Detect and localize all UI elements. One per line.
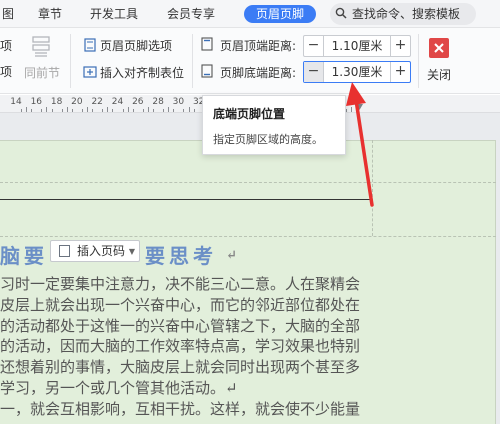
ruler-number: 14 xyxy=(10,97,22,107)
ribbon-partial-item-2[interactable]: 项 xyxy=(0,63,12,80)
ruler-tick xyxy=(107,107,109,112)
ruler-tick xyxy=(163,109,165,112)
body-text-line: 皮层上就会出现一个兴奋中心，而它的邻近部位都处在 xyxy=(0,296,361,314)
ruler-tick xyxy=(183,109,185,112)
footer-bottom-distance-stepper[interactable]: − 1.30厘米 + xyxy=(303,61,411,83)
ruler-tick xyxy=(61,109,63,112)
tab-member-exclusive[interactable]: 会员专享 xyxy=(167,5,215,23)
tab-chapter[interactable]: 章节 xyxy=(38,5,62,23)
footer-bottom-distance-label: 页脚底端距离: xyxy=(220,66,297,80)
ruler-tick xyxy=(51,109,53,112)
decrease-button[interactable]: − xyxy=(304,62,324,82)
ruler-number: 28 xyxy=(152,97,164,107)
ruler-tick xyxy=(350,107,352,112)
ruler-tick xyxy=(188,107,190,112)
ruler-tick xyxy=(71,109,73,112)
header-boundary xyxy=(0,182,496,183)
body-text-line: 学习，另一个或几个管其他活动。↵ xyxy=(0,379,238,397)
ruler-tick xyxy=(26,107,28,112)
ruler-tick xyxy=(193,109,195,112)
body-text-line: 习时一定要集中注意力，决不能三心二意。人在聚精会 xyxy=(0,275,361,293)
page-options-icon xyxy=(84,38,96,52)
ribbon-tab-bar: 图 章节 开发工具 会员专享 页眉页脚 查找命令、搜索模板 xyxy=(0,0,500,28)
increase-button[interactable]: + xyxy=(390,36,410,56)
link-previous-icon xyxy=(32,36,50,57)
ribbon-divider xyxy=(192,34,193,88)
tab-developer-tools[interactable]: 开发工具 xyxy=(90,5,138,23)
chevron-down-icon: ▼ xyxy=(128,247,136,256)
document-title-right: 要思考 xyxy=(145,244,217,268)
ruler-tick xyxy=(132,109,134,112)
ruler-indent-marker[interactable] xyxy=(356,104,363,111)
ruler-tick xyxy=(112,109,114,112)
ruler-tick xyxy=(153,109,155,112)
ruler-number: 22 xyxy=(91,97,103,107)
ruler-tick xyxy=(92,109,94,112)
ruler-tick xyxy=(81,109,83,112)
close-label: 关闭 xyxy=(427,68,452,82)
tab-partial[interactable]: 图 xyxy=(2,5,14,23)
ruler-number: 16 xyxy=(30,97,43,107)
ruler-tick xyxy=(356,109,358,112)
ruler-number: 20 xyxy=(71,97,83,107)
page-number-icon xyxy=(59,245,70,257)
ruler-tick xyxy=(147,107,149,112)
tooltip-title: 底端页脚位置 xyxy=(213,107,286,121)
header-footer-options-label: 页眉页脚选项 xyxy=(100,39,173,53)
ruler-tick xyxy=(122,109,124,112)
ruler-number: 24 xyxy=(111,97,124,107)
footer-bottom-distance-value[interactable]: 1.30厘米 xyxy=(324,62,390,82)
command-search[interactable]: 查找命令、搜索模板 xyxy=(330,3,476,25)
ribbon-partial-item-1[interactable]: 项 xyxy=(0,37,12,54)
ruler-tick xyxy=(46,107,48,112)
header-top-distance-value[interactable]: 1.10厘米 xyxy=(324,36,390,56)
search-icon xyxy=(335,7,347,19)
ruler-tick xyxy=(21,109,23,112)
header-rule xyxy=(0,199,372,200)
decrease-button[interactable]: − xyxy=(304,36,324,56)
ruler-tick xyxy=(41,109,43,112)
ribbon-divider xyxy=(70,34,71,88)
header-footer-ribbon: 项 项 同前节 页眉页脚选项 插入对齐制表位 页眉顶端距离: − 1.10厘米 … xyxy=(0,28,500,94)
ruler-tick xyxy=(102,109,104,112)
paragraph-mark: ↵ xyxy=(226,248,241,263)
body-text-line: 还想着别的事情，大脑皮层上就会同时出现两个甚至多 xyxy=(0,358,361,376)
close-icon xyxy=(429,38,449,58)
tab-header-footer[interactable]: 页眉页脚 xyxy=(244,5,317,23)
ruler-tick xyxy=(127,107,129,112)
ruler-number: 18 xyxy=(50,97,63,107)
alignment-tab-icon xyxy=(83,66,97,78)
increase-button[interactable]: + xyxy=(390,62,410,82)
footer-distance-icon xyxy=(201,64,213,78)
insert-page-number-label: 插入页码 xyxy=(77,244,126,258)
ruler-tick xyxy=(173,109,175,112)
ruler-tick xyxy=(345,109,347,112)
ruler-tick xyxy=(87,107,89,112)
header-distance-icon xyxy=(201,37,213,51)
same-as-previous-label: 同前节 xyxy=(24,66,61,80)
body-text-line: 的活动，因而大脑的工作效率特点高，学习效果也特别 xyxy=(0,337,361,355)
ruler-number: 26 xyxy=(132,97,144,107)
ruler-tick xyxy=(31,109,33,112)
header-top-distance-label: 页眉顶端距离: xyxy=(220,39,297,53)
body-text-line: 的活动都处于这惟一的兴奋中心管辖之下，大脑的全部 xyxy=(0,317,361,335)
search-label: 查找命令、搜索模板 xyxy=(352,7,461,21)
header-bottom-boundary xyxy=(0,236,496,237)
body-text-line: 一，就会互相影响，互相干扰。这样，就会使不少能量 xyxy=(0,400,361,418)
insert-page-number-button[interactable]: 插入页码 ▼ xyxy=(50,240,141,262)
ruler-tick xyxy=(168,107,170,112)
insert-alignment-tab-label: 插入对齐制表位 xyxy=(100,66,185,80)
ruler-tick xyxy=(66,107,68,112)
footer-distance-tooltip: 底端页脚位置 指定页脚区域的高度。 xyxy=(202,95,346,155)
margin-guide xyxy=(372,140,373,236)
tooltip-description: 指定页脚区域的高度。 xyxy=(213,133,323,146)
ribbon-divider xyxy=(418,34,419,88)
ruler-tick xyxy=(142,109,144,112)
document-title-left: 脑要 xyxy=(0,244,48,268)
header-top-distance-stepper[interactable]: − 1.10厘米 + xyxy=(303,35,411,57)
ruler-number: 30 xyxy=(172,97,185,107)
